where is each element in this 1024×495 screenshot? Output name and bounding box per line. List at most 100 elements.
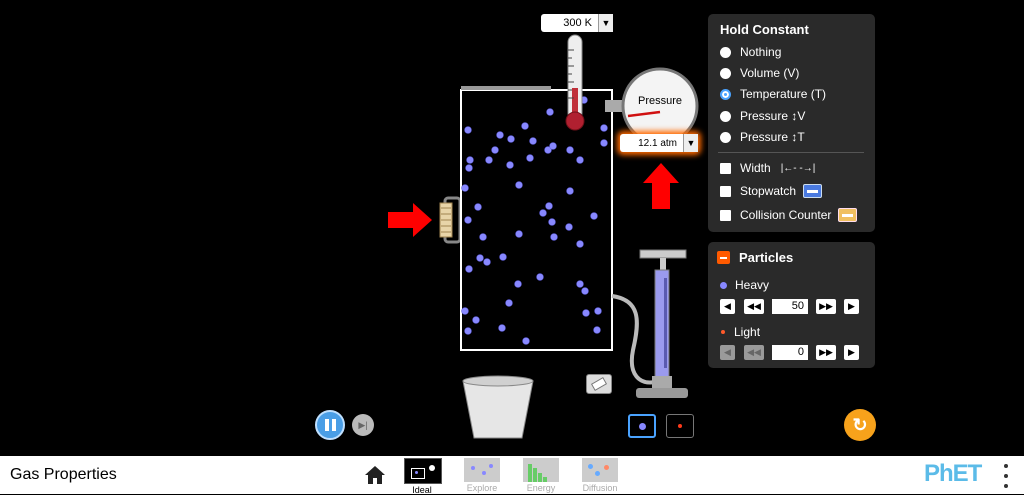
red-arrow-handle-icon: [388, 203, 432, 237]
menu-icon[interactable]: [1003, 464, 1009, 488]
checkbox[interactable]: [720, 209, 731, 221]
light-particle-icon: [721, 330, 725, 334]
double-left-icon: ◀◀: [747, 301, 761, 311]
energy-thumbnail-icon: [523, 458, 559, 482]
screen-label: Explore: [466, 483, 498, 493]
home-button[interactable]: [364, 464, 386, 486]
light-particle-selector[interactable]: [666, 414, 694, 438]
option-pressure-v[interactable]: Pressure ↕V: [720, 108, 805, 124]
double-right-icon: ▶▶: [819, 301, 833, 311]
light-increment-ten[interactable]: ▶▶: [816, 345, 836, 360]
collision-counter-toggle[interactable]: Collision Counter: [720, 207, 858, 223]
erase-button[interactable]: [586, 374, 612, 394]
screen-energy[interactable]: Energy: [523, 458, 559, 494]
width-tool-toggle[interactable]: Width |←- -→|: [720, 160, 815, 176]
collapse-button[interactable]: [717, 251, 730, 264]
navigation-bar: Gas Properties Ideal Explore Energy Diff…: [0, 456, 1024, 495]
heavy-row: Heavy: [720, 277, 769, 293]
reset-icon: ↻: [852, 414, 868, 435]
phet-logo[interactable]: PhET: [924, 460, 982, 488]
pressure-readout[interactable]: 12.1 atm ▼: [620, 134, 698, 152]
container-handle[interactable]: [439, 196, 462, 244]
triangle-left-icon: ◀: [724, 301, 731, 311]
light-label: Light: [734, 325, 761, 339]
stopwatch-icon: [803, 184, 823, 198]
particle-bucket[interactable]: [462, 375, 534, 439]
screen-label: Diffusion: [582, 483, 618, 493]
screen-ideal[interactable]: Ideal: [404, 458, 442, 495]
option-label: Pressure ↕T: [740, 130, 805, 144]
screen-explore[interactable]: Explore: [464, 458, 500, 494]
option-nothing[interactable]: Nothing: [720, 44, 781, 60]
light-count[interactable]: 0: [772, 345, 808, 360]
tool-label: Width: [740, 161, 771, 175]
heavy-particle-selector[interactable]: [628, 414, 656, 438]
gas-container: [460, 89, 613, 351]
tool-label: Collision Counter: [740, 208, 832, 222]
checkbox[interactable]: [720, 162, 731, 174]
option-label: Volume (V): [740, 66, 800, 80]
heavy-increment-one[interactable]: ▶: [844, 299, 859, 314]
heavy-decrement-ten[interactable]: ◀◀: [744, 299, 764, 314]
screen-diffusion[interactable]: Diffusion: [582, 458, 618, 494]
pressure-value: 12.1 atm: [638, 137, 677, 149]
particles-panel: Particles Heavy ◀ ◀◀ 50 ▶▶ ▶ Light ◀ ◀◀ …: [708, 242, 875, 368]
chevron-down-icon: ▼: [598, 14, 613, 32]
radio-button[interactable]: [720, 67, 731, 79]
light-particle-icon: [678, 424, 682, 428]
red-arrow-gauge-icon: [643, 163, 679, 209]
radio-button[interactable]: [720, 131, 731, 143]
option-temperature[interactable]: Temperature (T): [720, 86, 826, 102]
radio-button[interactable]: [720, 46, 731, 58]
thermometer: [565, 34, 585, 131]
heavy-increment-ten[interactable]: ▶▶: [816, 299, 836, 314]
simulation-area: 300 K ▼ Pressure 12.1 atm ▼ ▶| ↻ Hold Co…: [0, 0, 1024, 456]
heavy-particle-icon: [720, 281, 727, 289]
chevron-down-icon: ▼: [683, 134, 698, 152]
screen-label: Energy: [526, 483, 556, 493]
pump[interactable]: [611, 249, 688, 398]
light-decrement-one[interactable]: ◀: [720, 345, 735, 360]
collision-counter-icon: [838, 208, 858, 222]
step-button[interactable]: ▶|: [352, 414, 374, 436]
tool-label: Stopwatch: [740, 184, 797, 198]
light-increment-one[interactable]: ▶: [844, 345, 859, 360]
heavy-particle-icon: [638, 422, 646, 430]
temperature-readout[interactable]: 300 K ▼: [541, 14, 613, 32]
pause-button[interactable]: [315, 410, 345, 440]
pause-icon: [324, 419, 336, 431]
option-pressure-t[interactable]: Pressure ↕T: [720, 129, 805, 145]
stopwatch-toggle[interactable]: Stopwatch: [720, 183, 823, 199]
particles-title: Particles: [739, 250, 794, 265]
diffusion-thumbnail-icon: [582, 458, 618, 482]
option-label: Temperature (T): [740, 87, 827, 101]
option-label: Pressure ↕V: [740, 109, 806, 123]
hold-constant-panel: Hold Constant Nothing Volume (V) Tempera…: [708, 14, 875, 232]
triangle-left-icon: ◀: [724, 347, 731, 357]
container-lid[interactable]: [461, 86, 551, 90]
option-label: Nothing: [740, 45, 782, 59]
triangle-right-icon: ▶: [848, 347, 855, 357]
checkbox[interactable]: [720, 185, 731, 197]
home-icon: [365, 466, 385, 484]
option-volume[interactable]: Volume (V): [720, 65, 799, 81]
double-left-icon: ◀◀: [747, 347, 761, 357]
light-row: Light: [720, 324, 760, 340]
explore-thumbnail-icon: [464, 458, 500, 482]
radio-button-selected[interactable]: [720, 88, 731, 100]
heavy-particles: [461, 96, 608, 345]
double-right-icon: ▶▶: [819, 347, 833, 357]
heavy-count[interactable]: 50: [772, 299, 808, 314]
reset-all-button[interactable]: ↻: [844, 409, 876, 441]
divider: [718, 152, 864, 153]
hold-constant-title: Hold Constant: [720, 22, 809, 37]
radio-button[interactable]: [720, 110, 731, 122]
heavy-decrement-one[interactable]: ◀: [720, 299, 735, 314]
app-title: Gas Properties: [10, 466, 117, 483]
heavy-label: Heavy: [735, 278, 770, 292]
minus-icon: [720, 256, 727, 259]
light-decrement-ten[interactable]: ◀◀: [744, 345, 764, 360]
triangle-right-icon: ▶: [848, 301, 855, 311]
ideal-thumbnail-icon: [404, 458, 442, 484]
width-ruler-icon: |←- -→|: [780, 162, 816, 174]
